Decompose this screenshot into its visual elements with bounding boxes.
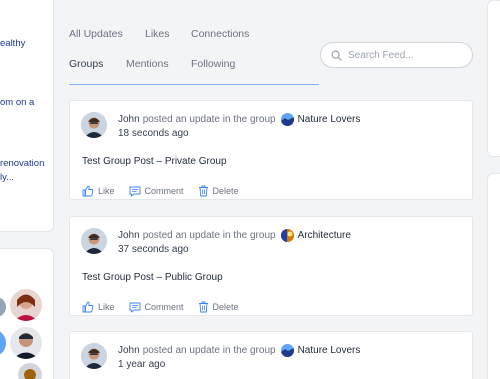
tab-connections[interactable]: Connections [191, 28, 249, 40]
left-snippet[interactable]: om on a [0, 96, 34, 110]
member-avatar[interactable] [10, 327, 42, 359]
comment-label: Comment [144, 302, 184, 312]
nature-group-icon[interactable] [280, 344, 294, 357]
left-snippet[interactable]: renovation [0, 157, 44, 171]
left-snippet[interactable]: ly... [0, 171, 14, 185]
tab-divider [69, 84, 319, 85]
group-link[interactable]: Nature Lovers [298, 114, 361, 125]
avatar[interactable] [81, 228, 107, 254]
tab-groups[interactable]: Groups [69, 58, 103, 70]
avatar[interactable] [81, 112, 107, 138]
comment-icon [129, 186, 140, 196]
author-name[interactable]: John [118, 345, 140, 356]
architecture-group-icon[interactable] [280, 229, 294, 242]
post-action-text: posted an update in the group [142, 114, 276, 125]
post-actions: Like Comment Delete [82, 185, 253, 197]
post-timestamp[interactable]: 18 seconds ago [118, 128, 189, 139]
tab-mentions[interactable]: Mentions [126, 58, 169, 70]
post-action-text: posted an update in the group [142, 345, 276, 356]
trash-icon [198, 301, 208, 313]
trash-icon [198, 185, 208, 197]
like-button[interactable]: Like [82, 185, 115, 197]
post-header: John posted an update in the group Natur… [118, 344, 360, 357]
right-sidebar-card [487, 0, 500, 157]
thumbs-up-icon [82, 185, 94, 197]
author-name[interactable]: John [118, 230, 140, 241]
like-button[interactable]: Like [82, 301, 115, 313]
comment-button[interactable]: Comment [129, 302, 184, 313]
comment-icon [129, 302, 140, 312]
post-content: Test Group Post – Public Group [82, 272, 223, 283]
tab-following[interactable]: Following [191, 58, 235, 70]
avatar[interactable] [81, 343, 107, 369]
left-members-card [0, 248, 54, 379]
post-timestamp[interactable]: 37 seconds ago [118, 244, 189, 255]
group-link[interactable]: Nature Lovers [298, 345, 361, 356]
group-link[interactable]: Architecture [298, 230, 351, 241]
search-feed-box[interactable] [320, 42, 473, 68]
activity-post: John posted an update in the group Archi… [69, 216, 473, 316]
left-sidebar-card: ealthy om on a renovation ly... [0, 0, 54, 232]
nature-group-icon[interactable] [280, 113, 294, 126]
like-label: Like [98, 186, 115, 196]
post-actions: Like Comment Delete [82, 301, 253, 313]
activity-post: John posted an update in the group Natur… [69, 100, 473, 200]
delete-button[interactable]: Delete [198, 185, 239, 197]
post-action-text: posted an update in the group [142, 230, 276, 241]
tab-all-updates[interactable]: All Updates [69, 28, 123, 40]
thumbs-up-icon [82, 301, 94, 313]
delete-button[interactable]: Delete [198, 301, 239, 313]
post-timestamp[interactable]: 1 year ago [118, 359, 165, 370]
post-header: John posted an update in the group Natur… [118, 113, 360, 126]
left-snippet[interactable]: ealthy [0, 37, 25, 51]
delete-label: Delete [212, 186, 239, 196]
search-input[interactable] [348, 49, 458, 61]
post-content: Test Group Post – Private Group [82, 156, 227, 167]
post-header: John posted an update in the group Archi… [118, 229, 351, 242]
delete-label: Delete [212, 302, 239, 312]
member-avatar[interactable] [18, 363, 42, 379]
activity-post: John posted an update in the group Natur… [69, 331, 473, 379]
comment-label: Comment [144, 186, 184, 196]
comment-button[interactable]: Comment [129, 186, 184, 197]
right-sidebar-card [487, 173, 500, 379]
activity-page: ealthy om on a renovation ly... All Upda… [0, 0, 500, 379]
like-label: Like [98, 302, 115, 312]
tab-likes[interactable]: Likes [145, 28, 170, 40]
author-name[interactable]: John [118, 114, 140, 125]
member-avatar[interactable] [10, 289, 42, 321]
search-icon [331, 50, 342, 61]
